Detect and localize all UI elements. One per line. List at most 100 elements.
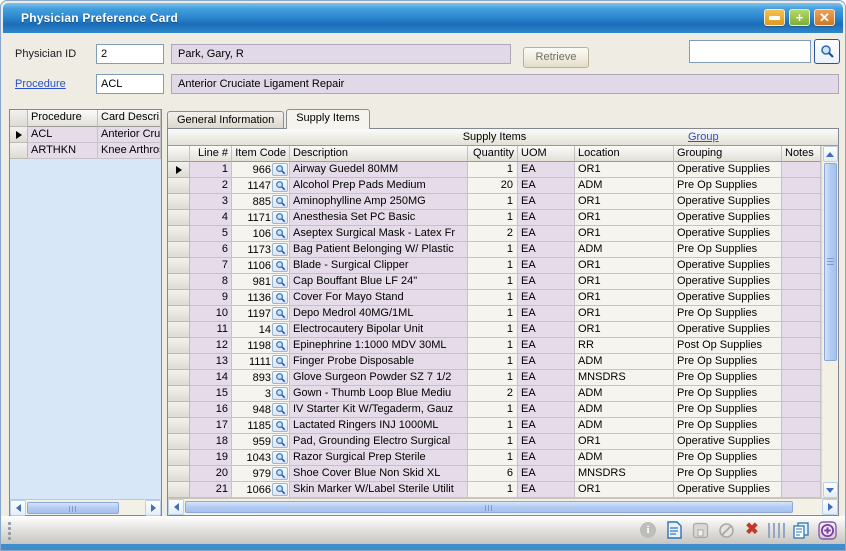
uom-cell[interactable]: EA: [518, 434, 575, 450]
row-selector[interactable]: [168, 434, 190, 450]
table-row[interactable]: 16 948 IV Starter Kit W/Tegaderm, Gauz: [168, 402, 821, 418]
uom-cell[interactable]: EA: [518, 386, 575, 402]
item-lookup-button[interactable]: [272, 323, 288, 336]
grouping-cell[interactable]: Pre Op Supplies: [674, 178, 782, 194]
uom-cell[interactable]: EA: [518, 402, 575, 418]
row-selector[interactable]: [168, 322, 190, 338]
list-item[interactable]: ARTHKN Knee Arthros: [10, 143, 161, 159]
location-cell[interactable]: OR1: [575, 482, 674, 498]
tab-general-information[interactable]: General Information: [167, 111, 284, 129]
uom-cell[interactable]: EA: [518, 418, 575, 434]
line-cell[interactable]: 21: [190, 482, 232, 498]
table-row[interactable]: 21 1066 Skin Marker W/Label Sterile Util…: [168, 482, 821, 498]
copy-button[interactable]: [791, 520, 811, 540]
grouping-cell[interactable]: Pre Op Supplies: [674, 370, 782, 386]
uom-cell[interactable]: EA: [518, 226, 575, 242]
grouping-cell[interactable]: Pre Op Supplies: [674, 418, 782, 434]
table-row[interactable]: 19 1043 Razor Surgical Prep Sterile: [168, 450, 821, 466]
notes-cell[interactable]: [782, 354, 821, 370]
table-row[interactable]: 13 1111 Finger Probe Disposable 1: [168, 354, 821, 370]
uom-cell[interactable]: EA: [518, 274, 575, 290]
item-lookup-button[interactable]: [272, 243, 288, 256]
quantity-cell[interactable]: 1: [468, 210, 518, 226]
line-cell[interactable]: 5: [190, 226, 232, 242]
item-code-cell[interactable]: 1147: [232, 178, 290, 194]
item-lookup-button[interactable]: [272, 291, 288, 304]
table-row[interactable]: 12 1198 Epinephrine 1:1000 MDV 30ML: [168, 338, 821, 354]
tab-supply-items[interactable]: Supply Items: [286, 109, 370, 129]
vscroll-thumb[interactable]: [824, 163, 837, 361]
line-cell[interactable]: 8: [190, 274, 232, 290]
description-cell[interactable]: Gown - Thumb Loop Blue Mediu: [290, 386, 468, 402]
location-cell[interactable]: OR1: [575, 306, 674, 322]
table-row[interactable]: 8 981 Cap Bouffant Blue LF 24" 1: [168, 274, 821, 290]
row-selector[interactable]: [10, 127, 28, 143]
item-lookup-button[interactable]: [272, 355, 288, 368]
table-row[interactable]: 5 106 Aseptex Surgical Mask - Latex Fr: [168, 226, 821, 242]
description-cell[interactable]: Aseptex Surgical Mask - Latex Fr: [290, 226, 468, 242]
notes-cell[interactable]: [782, 210, 821, 226]
procedure-input[interactable]: [96, 74, 164, 94]
table-row[interactable]: 9 1136 Cover For Mayo Stand 1: [168, 290, 821, 306]
grouping-cell[interactable]: Pre Op Supplies: [674, 354, 782, 370]
quantity-cell[interactable]: 1: [468, 162, 518, 178]
line-cell[interactable]: 17: [190, 418, 232, 434]
row-selector[interactable]: [168, 402, 190, 418]
location-cell[interactable]: OR1: [575, 162, 674, 178]
save-button[interactable]: [690, 520, 710, 540]
location-cell[interactable]: ADM: [575, 354, 674, 370]
uom-cell[interactable]: EA: [518, 370, 575, 386]
hscroll-thumb[interactable]: [27, 502, 119, 514]
table-row[interactable]: 7 1106 Blade - Surgical Clipper 1: [168, 258, 821, 274]
grouping-cell[interactable]: Pre Op Supplies: [674, 306, 782, 322]
item-lookup-button[interactable]: [272, 403, 288, 416]
description-cell[interactable]: Airway Guedel 80MM: [290, 162, 468, 178]
item-lookup-button[interactable]: [272, 435, 288, 448]
supply-grid-vscrollbar[interactable]: [821, 146, 838, 498]
uom-cell[interactable]: EA: [518, 354, 575, 370]
line-cell[interactable]: 11: [190, 322, 232, 338]
description-cell[interactable]: Cap Bouffant Blue LF 24": [290, 274, 468, 290]
item-code-cell[interactable]: 1111: [232, 354, 290, 370]
notes-cell[interactable]: [782, 322, 821, 338]
item-code-cell[interactable]: 1043: [232, 450, 290, 466]
item-lookup-button[interactable]: [272, 195, 288, 208]
line-cell[interactable]: 1: [190, 162, 232, 178]
row-selector[interactable]: [168, 162, 190, 178]
description-cell[interactable]: Blade - Surgical Clipper: [290, 258, 468, 274]
location-cell[interactable]: MNSDRS: [575, 466, 674, 482]
line-cell[interactable]: 16: [190, 402, 232, 418]
item-code-cell[interactable]: 966: [232, 162, 290, 178]
quantity-cell[interactable]: 1: [468, 402, 518, 418]
uom-cell[interactable]: EA: [518, 306, 575, 322]
grouping-cell[interactable]: Operative Supplies: [674, 258, 782, 274]
card-description-cell[interactable]: Anterior Cru: [98, 127, 161, 143]
item-code-cell[interactable]: 1171: [232, 210, 290, 226]
row-selector[interactable]: [168, 450, 190, 466]
grouping-cell[interactable]: Operative Supplies: [674, 274, 782, 290]
location-cell[interactable]: OR1: [575, 290, 674, 306]
row-selector[interactable]: [168, 258, 190, 274]
quantity-cell[interactable]: 1: [468, 370, 518, 386]
table-row[interactable]: 2 1147 Alcohol Prep Pads Medium 20: [168, 178, 821, 194]
grouping-cell[interactable]: Post Op Supplies: [674, 338, 782, 354]
table-row[interactable]: 3 885 Aminophylline Amp 250MG 1: [168, 194, 821, 210]
description-cell[interactable]: Skin Marker W/Label Sterile Utilit: [290, 482, 468, 498]
item-code-cell[interactable]: 893: [232, 370, 290, 386]
location-cell[interactable]: OR1: [575, 274, 674, 290]
notes-cell[interactable]: [782, 418, 821, 434]
notes-cell[interactable]: [782, 194, 821, 210]
item-lookup-button[interactable]: [272, 419, 288, 432]
statusbar-grip[interactable]: [8, 522, 11, 540]
add-button[interactable]: [817, 520, 837, 540]
grouping-cell[interactable]: Operative Supplies: [674, 434, 782, 450]
grouping-cell[interactable]: Operative Supplies: [674, 194, 782, 210]
item-lookup-button[interactable]: [272, 275, 288, 288]
notes-cell[interactable]: [782, 274, 821, 290]
quantity-cell[interactable]: 1: [468, 434, 518, 450]
quantity-cell[interactable]: 1: [468, 290, 518, 306]
location-cell[interactable]: OR1: [575, 434, 674, 450]
info-button[interactable]: i: [638, 520, 658, 540]
row-selector[interactable]: [168, 370, 190, 386]
quantity-cell[interactable]: 2: [468, 386, 518, 402]
